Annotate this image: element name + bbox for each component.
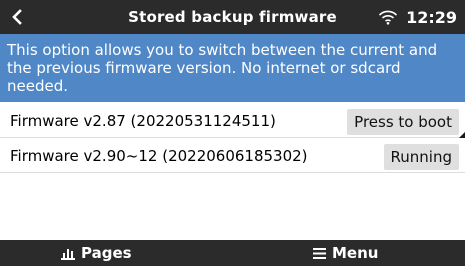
status-area: 12:29 [378,0,457,34]
pages-button[interactable]: Pages [61,240,132,266]
menu-label: Menu [332,244,379,262]
wifi-icon [378,10,398,25]
bar-chart-icon [61,248,75,260]
pages-label: Pages [81,244,132,262]
hamburger-menu-icon [313,247,326,259]
info-banner: This option allows you to switch between… [0,34,465,102]
clock: 12:29 [406,7,457,27]
header-bar: Stored backup firmware 12:29 [0,0,465,34]
firmware-row[interactable]: Firmware v2.87 (20220531124511) Press to… [0,104,465,138]
firmware-label: Firmware v2.90~12 (20220606185302) [10,147,308,165]
firmware-label: Firmware v2.87 (20220531124511) [10,112,276,130]
running-status-badge: Running [383,144,459,170]
menu-button[interactable]: Menu [313,240,378,266]
press-to-boot-button[interactable]: Press to boot [347,109,459,135]
footer-bar: Pages Menu [0,240,465,266]
selection-marker [459,132,465,138]
firmware-row[interactable]: Firmware v2.90~12 (20220606185302) Runni… [0,139,465,173]
